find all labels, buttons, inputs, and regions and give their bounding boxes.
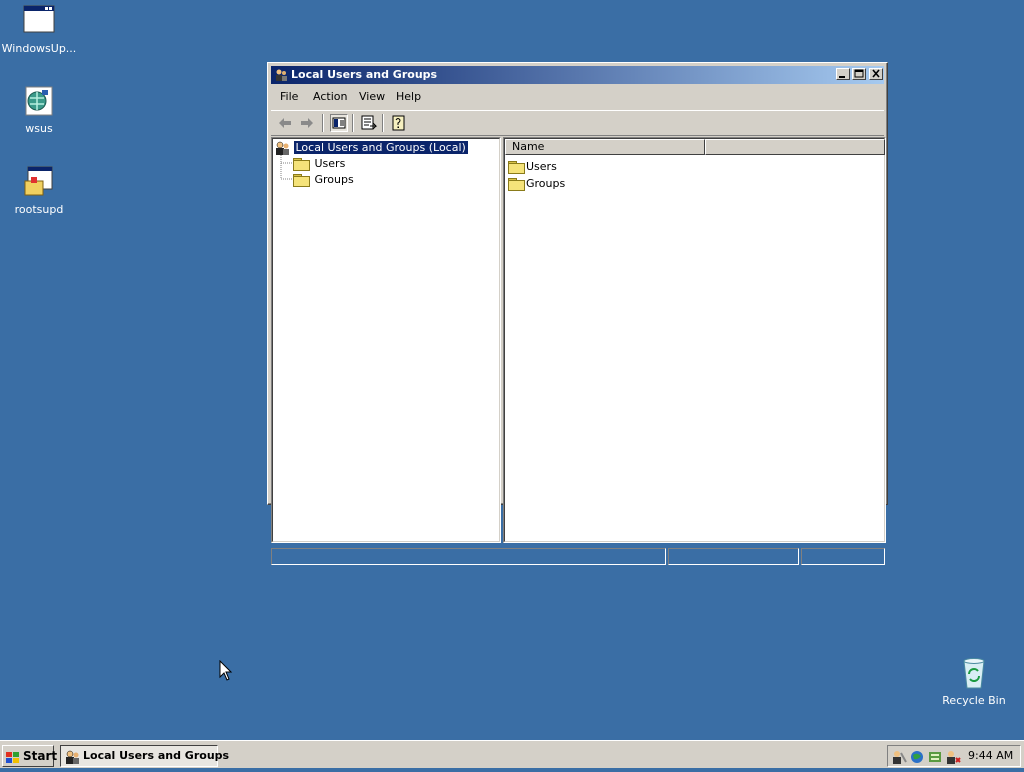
list-item-users[interactable]: Users: [508, 159, 557, 174]
users-groups-icon: [274, 68, 288, 82]
admin-tools-icon[interactable]: [891, 749, 907, 765]
task-button-local-users-and-groups[interactable]: Local Users and Groups: [60, 745, 229, 767]
users-groups-icon: [274, 141, 290, 156]
menu-bar: File Action View Help: [271, 87, 884, 107]
tree-root[interactable]: Local Users and Groups (Local): [274, 140, 469, 156]
close-button[interactable]: [869, 68, 883, 80]
tree-item-label: Users: [314, 157, 346, 170]
installer-icon: [22, 165, 56, 199]
clock: 9:44 AM: [968, 749, 1014, 762]
tree-item-users[interactable]: Users: [293, 156, 345, 171]
column-header-blank[interactable]: [705, 139, 885, 155]
maximize-button[interactable]: [852, 68, 866, 80]
mouse-cursor-icon: [219, 660, 233, 681]
desktop-icon-windowsupdate[interactable]: WindowsUp...: [0, 4, 79, 55]
tree-item-groups[interactable]: Groups: [293, 172, 354, 187]
security-icon[interactable]: [945, 749, 961, 765]
menu-view[interactable]: View: [359, 90, 385, 103]
toolbar: [271, 110, 884, 136]
title-bar[interactable]: Local Users and Groups: [271, 66, 884, 84]
minimize-button[interactable]: [836, 68, 850, 80]
system-tray: 9:44 AM: [887, 745, 1021, 767]
window-icon: [22, 4, 56, 38]
desktop-icon-wsus[interactable]: wsus: [0, 84, 79, 135]
status-panel: [668, 548, 799, 565]
help-icon[interactable]: [390, 114, 408, 132]
windows-flag-icon: [6, 750, 20, 763]
status-bar: [271, 548, 886, 565]
maximize-icon: [854, 69, 864, 78]
status-panel: [271, 548, 666, 565]
menu-action[interactable]: Action: [313, 90, 347, 103]
toolbar-separator: [382, 114, 384, 132]
network-globe-icon: [22, 84, 56, 118]
desktop-icon-label: rootsupd: [14, 203, 64, 216]
tree-item-label: Groups: [314, 173, 354, 186]
desktop-icon-recycle-bin[interactable]: Recycle Bin: [934, 656, 1014, 707]
mmc-window[interactable]: Local Users and Groups File Action View …: [267, 62, 888, 565]
list-item-groups[interactable]: Groups: [508, 176, 565, 191]
tree-connector-lines: [280, 155, 292, 180]
desktop-icon-label: Recycle Bin: [942, 694, 1006, 707]
folder-icon: [508, 161, 525, 174]
desktop-icon-rootsupd[interactable]: rootsupd: [0, 165, 79, 216]
forward-arrow-icon[interactable]: [298, 114, 316, 132]
folder-icon: [293, 174, 310, 187]
folder-icon: [508, 178, 525, 191]
taskbar: Start Local Users and Groups 9:44 AM: [0, 740, 1024, 768]
list-item-label: Groups: [526, 177, 566, 190]
task-button-label: Local Users and Groups: [83, 749, 230, 762]
close-icon: [872, 69, 880, 78]
column-header-name[interactable]: Name: [505, 139, 705, 155]
start-button[interactable]: Start: [2, 745, 58, 767]
status-panel: [801, 548, 885, 565]
minimize-icon: [839, 76, 845, 78]
start-label: Start: [23, 749, 58, 763]
tree-root-label: Local Users and Groups (Local): [292, 140, 469, 155]
export-list-icon[interactable]: [360, 114, 378, 132]
menu-help[interactable]: Help: [396, 90, 421, 103]
recycle-bin-icon: [957, 656, 991, 690]
tree-pane[interactable]: Local Users and Groups (Local) Users Gro…: [271, 137, 501, 543]
update-icon[interactable]: [927, 749, 943, 765]
toolbar-separator: [352, 114, 354, 132]
list-pane[interactable]: Name Users Groups: [503, 137, 886, 543]
folder-icon: [293, 158, 310, 171]
show-hide-tree-icon[interactable]: [330, 114, 348, 132]
desktop-icon-label: wsus: [25, 122, 53, 135]
users-groups-icon: [64, 749, 80, 765]
desktop-icon-label: WindowsUp...: [1, 42, 77, 55]
network-icon[interactable]: [909, 749, 925, 765]
menu-file[interactable]: File: [280, 90, 298, 103]
window-title: Local Users and Groups: [291, 68, 438, 81]
back-arrow-icon[interactable]: [276, 114, 294, 132]
toolbar-separator: [322, 114, 324, 132]
list-item-label: Users: [526, 160, 557, 173]
